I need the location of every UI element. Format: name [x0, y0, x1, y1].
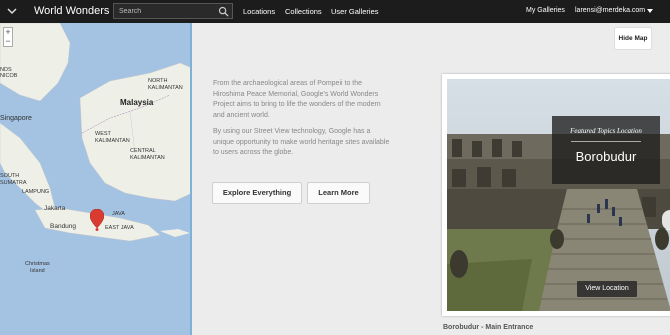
map-label-christmas-island: Christmas Island — [25, 261, 50, 274]
my-galleries-link[interactable]: My Galleries — [526, 7, 565, 14]
nav-collections[interactable]: Collections — [285, 7, 322, 16]
featured-caption[interactable]: Borobudur - Main Entrance — [443, 324, 533, 331]
map-canvas — [0, 23, 190, 242]
caret-down-icon[interactable] — [647, 9, 653, 13]
intro-paragraph-1: From the archaeological areas of Pompeii… — [213, 80, 381, 119]
featured-divider — [571, 141, 641, 142]
hide-map-button[interactable]: Hide Map — [614, 27, 652, 50]
map-pin-icon[interactable] — [90, 209, 104, 231]
map-panel[interactable]: + − NDS NICOB Malaysia NORTH KALIMANTAN … — [0, 23, 192, 335]
explore-everything-button[interactable]: Explore Everything — [212, 182, 302, 204]
featured-overlay: Featured Topics Location Borobudur — [552, 116, 660, 184]
nav-locations[interactable]: Locations — [243, 7, 275, 16]
map-label-central-kalimantan: CENTRAL KALIMANTAN — [130, 148, 165, 161]
map-label-jakarta: Jakarta — [44, 205, 66, 212]
next-slide-arrow[interactable] — [662, 210, 670, 230]
featured-photo[interactable]: Featured Topics Location Borobudur View … — [447, 79, 670, 311]
map-label-south-sumatra: SOUTH SUMATRA — [0, 173, 27, 186]
map-label-west-kalimantan: WEST KALIMANTAN — [95, 131, 130, 144]
zoom-out-button[interactable]: − — [4, 37, 12, 46]
user-email[interactable]: larensi@merdeka.com — [575, 7, 645, 14]
map-label-singapore: Singapore — [0, 115, 32, 122]
featured-card: Featured Topics Location Borobudur View … — [442, 74, 670, 316]
top-bar: World Wonders Locations Collections User… — [0, 0, 670, 23]
map-label-kalimantan: KALIMANTAN — [148, 85, 183, 91]
nav-user-galleries[interactable]: User Galleries — [331, 7, 379, 16]
brand-title[interactable]: World Wonders — [34, 5, 109, 17]
map-label-nicob: NICOB — [0, 73, 18, 79]
map-label-north: NORTH — [148, 78, 168, 84]
search-input[interactable] — [119, 5, 214, 18]
map-label-lampung: LAMPUNG — [22, 189, 50, 195]
search-box — [113, 3, 233, 19]
zoom-control: + − — [3, 27, 13, 47]
featured-title: Borobudur — [575, 149, 637, 164]
map-label-malaysia: Malaysia — [120, 98, 154, 107]
learn-more-button[interactable]: Learn More — [307, 182, 370, 204]
map-label-bandung: Bandung — [50, 223, 77, 230]
borobudur-photo — [447, 79, 670, 311]
chevron-down-icon[interactable] — [6, 5, 18, 17]
featured-kicker: Featured Topics Location — [570, 127, 642, 135]
map-label-java: JAVA — [112, 211, 125, 217]
map-label-east-java: EAST JAVA — [105, 225, 134, 231]
view-location-button[interactable]: View Location — [577, 281, 637, 297]
search-icon[interactable] — [218, 6, 229, 17]
intro-text: From the archaeological areas of Pompeii… — [213, 79, 393, 165]
intro-paragraph-2: By using our Street View technology, Goo… — [213, 128, 390, 156]
